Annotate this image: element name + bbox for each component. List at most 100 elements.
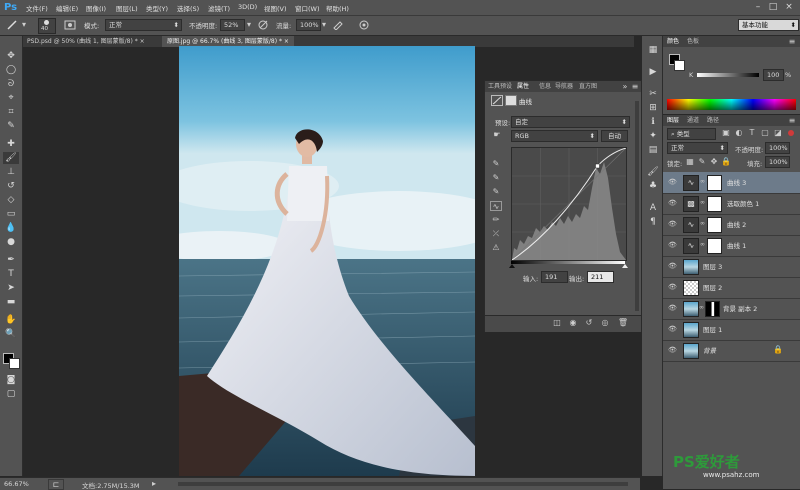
visibility-eye-icon[interactable]: ◎: [599, 318, 611, 328]
chevron-down-icon[interactable]: ▾: [20, 20, 28, 30]
properties-panel-icon[interactable]: ⊞: [645, 102, 661, 114]
layer-row[interactable]: 👁 ∿ ∞ 曲线 3: [663, 172, 800, 194]
menu-help[interactable]: 帮助(H): [326, 3, 349, 13]
crop-tool-icon[interactable]: ⌗: [3, 106, 19, 118]
eye-icon[interactable]: 👁: [668, 220, 677, 229]
character-panel-icon[interactable]: A: [645, 202, 661, 214]
filter-toggle-icon[interactable]: [788, 130, 794, 136]
history-panel-icon[interactable]: ▦: [645, 44, 661, 56]
filter-adjustment-icon[interactable]: ◐: [734, 128, 744, 138]
filter-shape-icon[interactable]: ▢: [760, 128, 770, 138]
move-tool-icon[interactable]: ✥: [3, 50, 19, 62]
stamp-tool-icon[interactable]: ⊥: [3, 166, 19, 178]
brush-preset-picker[interactable]: 40: [38, 18, 56, 34]
quick-mask-icon[interactable]: ◙: [3, 374, 19, 386]
layer-name[interactable]: 选取颜色 1: [727, 198, 759, 208]
pencil-draw-icon[interactable]: ✏: [490, 215, 502, 225]
status-menu-icon[interactable]: ▸: [150, 479, 158, 489]
layer-row[interactable]: 👁 背景 🔒: [663, 340, 800, 362]
menu-image[interactable]: 图像(I): [86, 3, 106, 13]
layer-name[interactable]: 图层 2: [703, 282, 722, 292]
lasso-tool-icon[interactable]: ᘐ: [3, 78, 19, 90]
background-color-swatch[interactable]: [9, 358, 20, 369]
layer-thumbnail[interactable]: [683, 280, 699, 296]
curve-point-tool-icon[interactable]: ∿: [490, 201, 502, 211]
link-icon[interactable]: ∞: [699, 304, 704, 312]
link-icon[interactable]: ∞: [700, 241, 705, 249]
airbrush-icon[interactable]: [332, 20, 344, 31]
layer-opacity-input[interactable]: 100%: [765, 142, 790, 154]
brush-tool-icon[interactable]: 🖌: [3, 152, 19, 164]
clip-to-layer-icon[interactable]: ◫: [551, 318, 563, 328]
eye-icon[interactable]: 👁: [668, 262, 677, 271]
lock-transparency-icon[interactable]: ▦: [685, 157, 695, 167]
eye-icon[interactable]: 👁: [668, 178, 677, 187]
layer-mask-thumb[interactable]: [707, 217, 722, 233]
menu-layer[interactable]: 图层(L): [116, 3, 138, 13]
menu-file[interactable]: 文件(F): [26, 3, 48, 13]
tab-channels[interactable]: 通道: [687, 116, 699, 126]
properties-scrollbar[interactable]: [635, 101, 639, 311]
layer-name[interactable]: 曲线 3: [727, 177, 746, 187]
layer-mask-thumb[interactable]: [707, 196, 722, 212]
brush-icon[interactable]: [6, 20, 18, 30]
black-point-slider[interactable]: [509, 264, 515, 268]
healing-tool-icon[interactable]: ✚: [3, 138, 19, 150]
clipping-warning-icon[interactable]: ⚠: [490, 243, 502, 253]
mask-icon[interactable]: [505, 95, 517, 106]
eye-icon[interactable]: 👁: [668, 199, 677, 208]
blend-mode-select[interactable]: 正常 ⬍: [667, 142, 728, 154]
gradient-tool-icon[interactable]: ▭: [3, 208, 19, 220]
eye-icon[interactable]: 👁: [668, 304, 677, 313]
curves-graph[interactable]: [511, 147, 627, 261]
panel-menu-icon[interactable]: ≡: [788, 37, 796, 47]
tab-color[interactable]: 颜色: [667, 37, 679, 47]
layer-name[interactable]: 背景 副本 2: [723, 303, 757, 313]
zoom-tool-icon[interactable]: 🔍: [3, 328, 19, 340]
tab-histogram[interactable]: 直方图: [579, 82, 597, 92]
tab-properties[interactable]: 属性: [517, 82, 529, 92]
input-value-field[interactable]: 191: [541, 271, 568, 283]
screen-mode-icon[interactable]: ▢: [3, 388, 19, 400]
tab-layers[interactable]: 图层: [667, 116, 679, 126]
layer-row[interactable]: 👁 ∞ 背景 副本 2: [663, 298, 800, 320]
k-value-input[interactable]: 100: [763, 69, 784, 81]
lock-position-icon[interactable]: ✥: [709, 157, 719, 167]
auto-button[interactable]: 自动: [601, 130, 628, 142]
panel-menu-icon[interactable]: ≡: [631, 82, 639, 92]
type-tool-icon[interactable]: T: [3, 268, 19, 280]
link-icon[interactable]: ∞: [700, 199, 705, 207]
clone-source-panel-icon[interactable]: ♣: [645, 180, 661, 192]
eraser-tool-icon[interactable]: ◇: [3, 194, 19, 206]
blur-tool-icon[interactable]: 💧: [3, 222, 19, 234]
brush-panel-icon[interactable]: [64, 20, 76, 30]
panel-menu-icon[interactable]: ≡: [788, 116, 796, 126]
flow-chevron-icon[interactable]: ▾: [320, 20, 328, 30]
layer-thumbnail[interactable]: [683, 343, 699, 359]
brush-panel-icon[interactable]: 🖌: [645, 166, 661, 178]
history-brush-tool-icon[interactable]: ↺: [3, 180, 19, 192]
close-icon[interactable]: ×: [284, 38, 289, 45]
menu-3d[interactable]: 3D(D): [238, 3, 257, 11]
layer-name[interactable]: 背景: [703, 345, 716, 355]
menu-window[interactable]: 窗口(W): [295, 3, 320, 13]
gray-point-eyedropper-icon[interactable]: ✎: [490, 173, 502, 183]
black-point-eyedropper-icon[interactable]: ✎: [490, 159, 502, 169]
filter-type-icon[interactable]: T: [747, 128, 757, 138]
layer-mask-thumb[interactable]: [707, 238, 722, 254]
fill-input[interactable]: 100%: [765, 156, 790, 168]
layer-thumbnail[interactable]: [683, 259, 699, 275]
actions-panel-icon[interactable]: ▶: [645, 66, 661, 78]
layer-name[interactable]: 曲线 1: [727, 240, 746, 250]
minimize-button[interactable]: –: [752, 2, 764, 12]
close-button[interactable]: ×: [783, 2, 795, 12]
layer-row[interactable]: 👁 ∿ ∞ 曲线 2: [663, 214, 800, 236]
layer-name[interactable]: 图层 3: [703, 261, 722, 271]
output-value-field[interactable]: 211: [587, 271, 614, 283]
workspace-select[interactable]: 基本功能 ⬍: [738, 19, 799, 31]
tab-paths[interactable]: 路径: [707, 116, 719, 126]
zoom-level[interactable]: 66.67%: [4, 480, 29, 488]
dodge-tool-icon[interactable]: ●: [3, 236, 19, 248]
reset-icon[interactable]: ↺: [583, 318, 595, 328]
menu-view[interactable]: 视图(V): [264, 3, 287, 13]
